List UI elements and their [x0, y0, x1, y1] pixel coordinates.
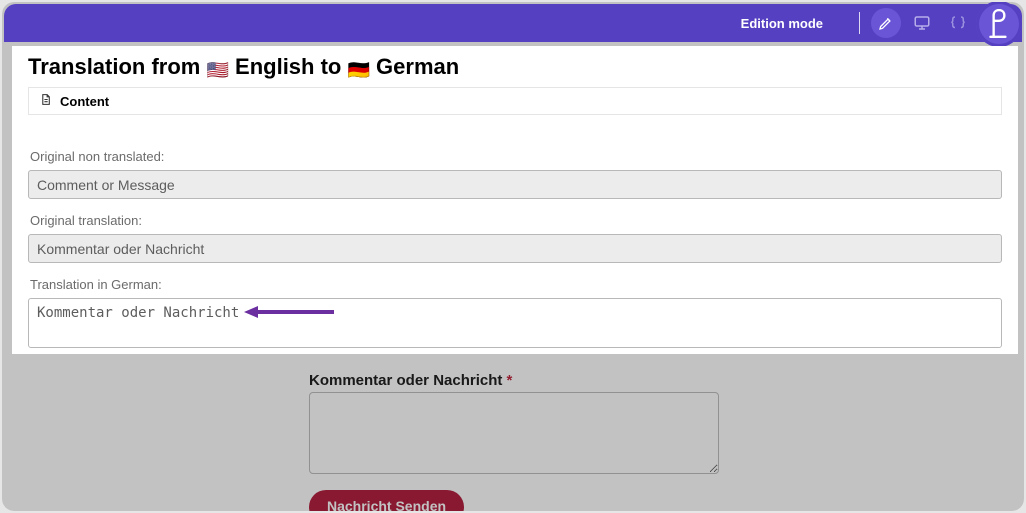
tab-label: Content	[60, 94, 109, 109]
required-marker: *	[507, 372, 513, 389]
page-message-textarea[interactable]	[309, 392, 719, 474]
title-prefix: Translation from	[28, 54, 206, 79]
to-word: to	[314, 54, 347, 79]
target-lang: German	[376, 54, 459, 79]
flag-source-icon: 🇺🇸	[206, 60, 228, 80]
page-field-label-text: Kommentar oder Nachricht	[309, 372, 502, 389]
mode-label: Edition mode	[741, 16, 823, 31]
brand-icon	[986, 9, 1012, 39]
page-field-label: Kommentar oder Nachricht *	[309, 372, 512, 389]
preview-button[interactable]	[907, 8, 937, 38]
flag-target-icon: 🇩🇪	[347, 60, 369, 80]
tab-content[interactable]: Content	[28, 87, 1002, 115]
app-frame: Kommentar oder Nachricht * Nachricht Sen…	[2, 2, 1024, 511]
input-original-translation	[28, 234, 1002, 263]
code-button[interactable]	[943, 8, 973, 38]
monitor-icon	[913, 14, 931, 32]
document-icon	[39, 93, 52, 109]
edit-wrap	[28, 298, 1002, 353]
label-translation-in-target: Translation in German:	[30, 277, 1002, 292]
input-original-non-translated	[28, 170, 1002, 199]
brand-badge[interactable]	[976, 2, 1022, 47]
input-translation-in-target[interactable]	[28, 298, 1002, 348]
topbar: Edition mode	[4, 4, 1022, 42]
form-area: Original non translated: Original transl…	[12, 115, 1018, 353]
topbar-divider	[859, 12, 860, 34]
brackets-icon	[949, 14, 967, 32]
edit-mode-button[interactable]	[871, 8, 901, 38]
page-send-button[interactable]: Nachricht Senden	[309, 490, 464, 511]
source-lang: English	[235, 54, 314, 79]
translation-modal: Translation from 🇺🇸 English to 🇩🇪 German…	[12, 46, 1018, 354]
modal-buttons: Save Cancel	[12, 353, 1018, 354]
modal-title: Translation from 🇺🇸 English to 🇩🇪 German	[12, 46, 1018, 87]
pencil-icon	[878, 15, 894, 31]
label-original-translation: Original translation:	[30, 213, 1002, 228]
label-original-non-translated: Original non translated:	[30, 149, 1002, 164]
